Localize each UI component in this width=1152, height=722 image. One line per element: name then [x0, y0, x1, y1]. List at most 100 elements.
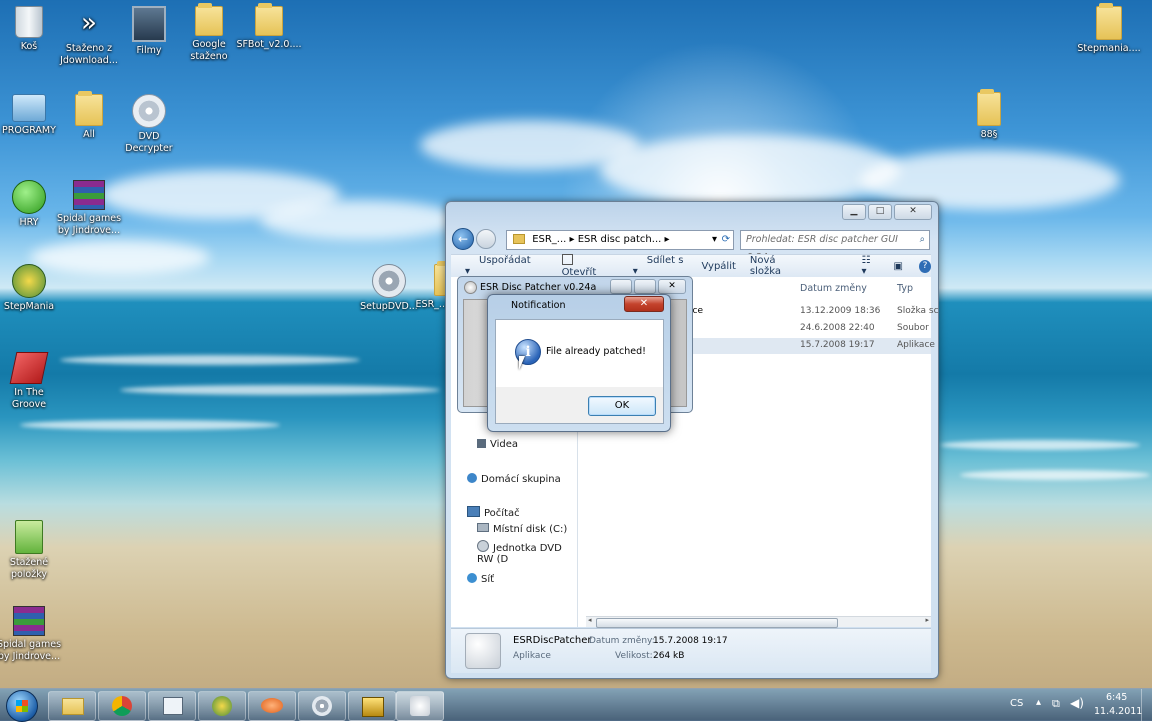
explorer-window[interactable]: ▁ □ ✕ ← ESR_... ▸ ESR disc patch... ▸ ▾ …	[445, 201, 939, 679]
dialog-close-button[interactable]: ✕	[624, 296, 664, 312]
nav-item-homegroup[interactable]: Domácí skupina	[467, 473, 561, 485]
breadcrumb-chevron-icon[interactable]: ▸	[665, 234, 670, 245]
mouse-cursor-icon	[519, 356, 525, 370]
desktop-icon-label: Spidal games by Jindrove...	[56, 213, 122, 236]
scrollbar-thumb[interactable]	[596, 618, 838, 628]
new-folder-button[interactable]: Nová složka	[750, 255, 806, 277]
desktop-icon-spidal-2[interactable]: Spidal games by Jindrove...	[0, 606, 62, 663]
desktop-icon-label: Stepmania....	[1077, 43, 1141, 54]
volume-tray-icon[interactable]: ◀)	[1070, 696, 1084, 710]
details-file-name: ESRDiscPatcher	[513, 635, 592, 646]
file-type: Složka sc	[897, 306, 939, 316]
details-size-value: 264 kB	[653, 651, 685, 661]
nav-item-local-disk[interactable]: Místní disk (C:)	[477, 523, 567, 535]
desktop-icon-label: Filmy	[136, 45, 162, 56]
details-file-kind: Aplikace	[513, 651, 551, 661]
nav-item-network[interactable]: Síť	[467, 573, 494, 585]
desktop-icon-spidal-1[interactable]: Spidal games by Jindrove...	[56, 180, 122, 237]
search-input[interactable]: Prohledat: ESR disc patcher GUI v0.24a ⌕	[740, 230, 930, 263]
breadcrumb-chevron-icon[interactable]: ▸	[570, 234, 578, 245]
notification-dialog[interactable]: Notification ✕ i File already patched! O…	[487, 294, 671, 432]
desktop-icon-88[interactable]: 88§	[956, 89, 1022, 141]
winrar-archive-icon	[73, 180, 105, 210]
nav-item-videos[interactable]: Videa	[477, 439, 518, 450]
homegroup-icon	[467, 473, 477, 483]
address-dropdown-icon[interactable]: ▾	[712, 231, 717, 249]
start-button[interactable]	[6, 690, 38, 722]
taskbar-stepmania-button[interactable]	[198, 691, 246, 721]
desktop-icon-programy[interactable]: PROGRAMY	[0, 94, 62, 137]
forward-button[interactable]	[476, 229, 496, 249]
desktop-icon-stazene[interactable]: Stažené položky	[0, 520, 62, 581]
play-icon	[12, 180, 46, 214]
open-button[interactable]: Otevřít	[548, 254, 619, 278]
disc-icon	[132, 94, 166, 128]
network-tray-icon[interactable]: ⧉	[1052, 697, 1060, 711]
control-panel-icon	[12, 94, 46, 122]
back-arrow-icon: ←	[457, 232, 469, 246]
patcher-maximize-button[interactable]	[634, 279, 656, 294]
folder-icon	[195, 3, 223, 36]
taskbar-chrome-button[interactable]	[98, 691, 146, 721]
desktop-icon-label: DVD Decrypter	[125, 131, 173, 154]
desktop-icon-hry[interactable]: HRY	[0, 180, 62, 229]
dialog-title: Notification	[511, 300, 566, 311]
file-type: Soubor	[897, 323, 929, 333]
winrar-archive-icon	[13, 606, 45, 636]
desktop-icon-in-the-groove[interactable]: In The Groove	[0, 352, 62, 411]
breadcrumb-part-esr[interactable]: ESR_...	[532, 234, 566, 245]
mail-icon	[261, 698, 283, 713]
maximize-button[interactable]: □	[868, 204, 892, 220]
breadcrumb-part-patch[interactable]: ESR disc patch...	[578, 234, 662, 245]
taskbar-mail-button[interactable]	[248, 691, 296, 721]
taskbar-app-button[interactable]	[148, 691, 196, 721]
desktop-icon-jdownload[interactable]: » Staženo z Jdownload...	[56, 6, 122, 67]
burn-button[interactable]: Vypálit	[701, 261, 735, 272]
address-bar[interactable]: ESR_... ▸ ESR disc patch... ▸ ▾ ⟳	[506, 230, 734, 250]
open-icon	[561, 254, 573, 265]
desktop-icon-recycle-bin[interactable]: Koš	[0, 6, 62, 53]
desktop-icon-stepmania[interactable]: StepMania	[0, 264, 62, 313]
desktop-icon-stepmania-folder[interactable]: Stepmania....	[1076, 3, 1142, 55]
clock-time[interactable]: 6:45	[1106, 692, 1127, 703]
show-desktop-button[interactable]	[1141, 689, 1152, 721]
share-button[interactable]: Sdílet s ▾	[633, 255, 688, 277]
desktop-icon-label: Google staženo	[190, 39, 228, 62]
taskbar-installer-button[interactable]	[348, 691, 396, 721]
desktop-icon-sfbot[interactable]: SFBot_v2.0....	[236, 3, 302, 51]
clock-date[interactable]: 11.4.2011	[1094, 706, 1142, 717]
taskbar-patcher-button[interactable]	[396, 691, 444, 721]
column-header-type[interactable]: Typ	[897, 283, 913, 294]
desktop-icon-esr[interactable]: ESR_...	[408, 261, 456, 311]
scroll-right-icon[interactable]: ▸	[925, 616, 929, 624]
file-date: 15.7.2008 19:17	[800, 340, 875, 350]
nav-item-dvd-drive[interactable]: Jednotka DVD RW (D	[477, 540, 577, 565]
ok-button[interactable]: OK	[588, 396, 656, 416]
patcher-minimize-button[interactable]	[610, 279, 632, 294]
nav-item-computer[interactable]: Počítač	[467, 506, 520, 519]
desktop-icon-filmy[interactable]: Filmy	[116, 6, 182, 57]
show-hidden-icons[interactable]: ▴	[1036, 697, 1041, 708]
desktop-icon-dvd-decrypter[interactable]: DVD Decrypter	[116, 94, 182, 155]
language-indicator[interactable]: CS	[1010, 698, 1023, 709]
desktop-icon-all[interactable]: All	[56, 91, 122, 141]
taskbar-explorer-button[interactable]	[48, 691, 96, 721]
organize-button[interactable]: Uspořádat ▾	[465, 255, 534, 277]
horizontal-scrollbar[interactable]: ◂ ▸	[586, 616, 931, 628]
minimize-button[interactable]: ▁	[842, 204, 866, 220]
preview-pane-icon[interactable]: ▣	[893, 261, 902, 272]
patcher-close-button[interactable]: ✕	[658, 279, 686, 294]
close-button[interactable]: ✕	[894, 204, 932, 220]
scroll-left-icon[interactable]: ◂	[588, 616, 592, 624]
desktop-icon-google[interactable]: Google staženo	[176, 3, 242, 63]
back-button[interactable]: ←	[452, 228, 474, 250]
help-icon[interactable]: ?	[918, 259, 931, 273]
double-arrow-icon: »	[81, 8, 97, 38]
folder-icon	[513, 234, 525, 244]
folder-icon	[1096, 3, 1122, 40]
refresh-icon[interactable]: ⟳	[722, 231, 730, 249]
taskbar-dvd-button[interactable]	[298, 691, 346, 721]
view-options-icon[interactable]: ☷ ▾	[862, 255, 878, 277]
column-header-date[interactable]: Datum změny	[800, 283, 867, 294]
desktop-icon-label: Stažené položky	[9, 557, 49, 580]
